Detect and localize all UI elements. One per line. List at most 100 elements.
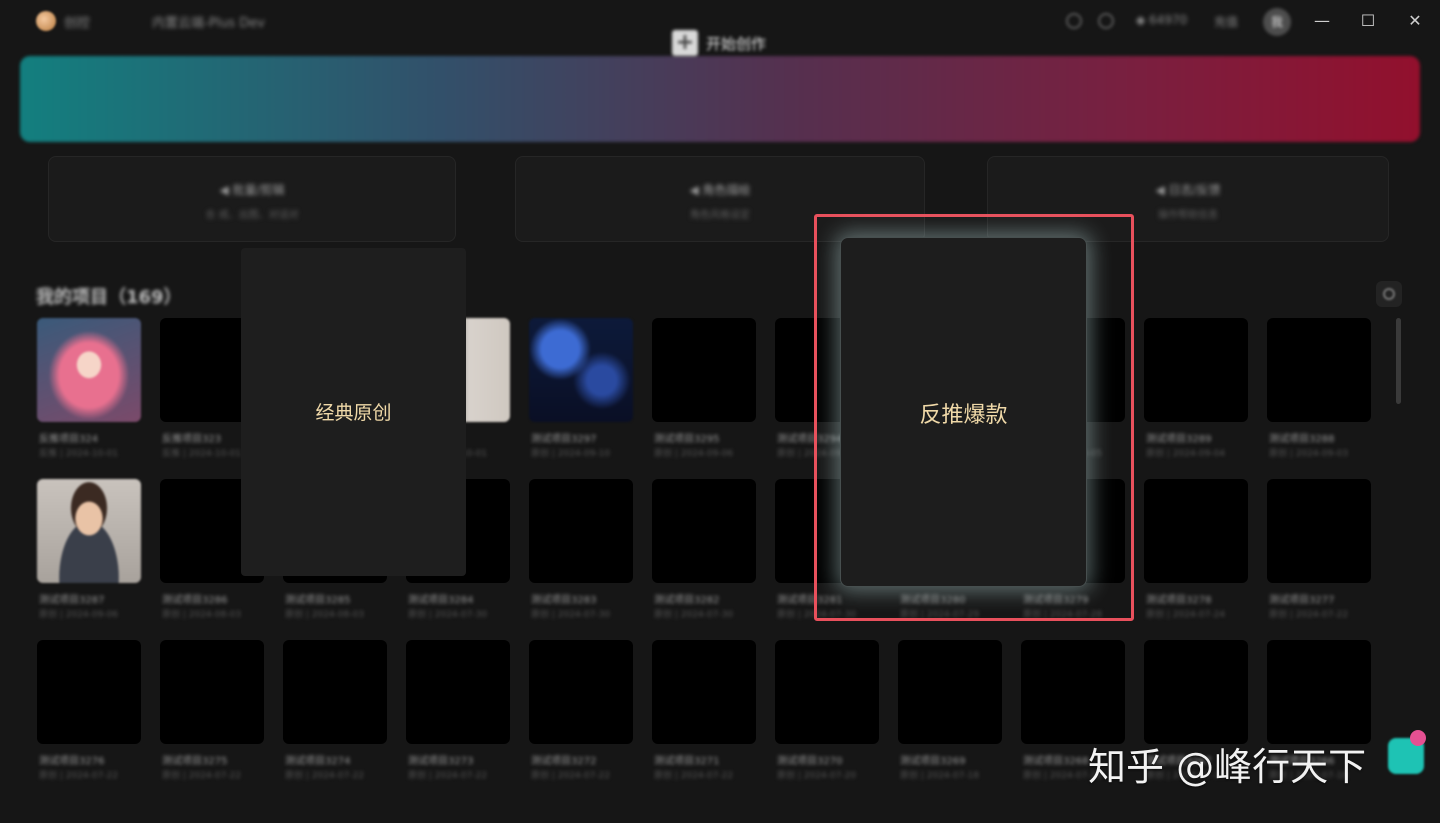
project-name: 测试项目3270 (777, 756, 843, 767)
project-meta: 原创 | 2024-07-22 (654, 771, 734, 781)
project-thumbnail[interactable] (1144, 640, 1248, 744)
project-card[interactable]: 测试项目3282 原创 | 2024-07-30 (652, 479, 756, 620)
project-name: 测试项目3268 (1023, 756, 1089, 767)
quick-card-title: ◀ 角色描绘 (689, 183, 751, 197)
project-thumbnail[interactable] (1267, 318, 1371, 422)
project-name: 测试项目3295 (654, 434, 720, 445)
project-thumbnail[interactable] (1267, 479, 1371, 583)
points-balance[interactable]: ◆ 64970 (1136, 13, 1187, 27)
project-name: 测试项目3274 (285, 756, 351, 767)
project-meta: 反推 | 2024-10-01 (162, 449, 242, 459)
project-thumbnail[interactable] (529, 640, 633, 744)
project-thumbnail[interactable] (775, 640, 879, 744)
project-thumbnail[interactable] (529, 318, 633, 422)
project-card[interactable]: 测试项目3273 原创 | 2024-07-22 (406, 640, 510, 781)
project-card[interactable]: 测试项目3287 原创 | 2024-09-06 (37, 479, 141, 620)
avatar[interactable]: 我 (1263, 8, 1291, 36)
help-icon[interactable] (1066, 13, 1082, 29)
classic-original-label: 经典原创 (315, 402, 392, 424)
project-thumbnail[interactable] (160, 640, 264, 744)
settings-icon[interactable] (1098, 13, 1114, 29)
project-card[interactable]: 测试项目3270 原创 | 2024-07-20 (775, 640, 879, 781)
project-card[interactable]: 测试项目3275 原创 | 2024-07-22 (160, 640, 264, 781)
project-card[interactable]: 测试项目3271 原创 | 2024-07-22 (652, 640, 756, 781)
project-card[interactable]: 测试项目3277 原创 | 2024-07-22 (1267, 479, 1371, 620)
project-meta: 原创 | 2024-07-22 (285, 771, 365, 781)
project-meta: 原创 | 2024-07-22 (162, 771, 242, 781)
project-name: 反推项目324 (39, 434, 99, 445)
project-meta: 原创 | 2024-07-20 (777, 771, 857, 781)
project-thumbnail[interactable] (1144, 479, 1248, 583)
project-thumbnail[interactable] (652, 318, 756, 422)
start-creation-banner[interactable] (20, 56, 1420, 142)
project-card[interactable]: 测试项目3274 原创 | 2024-07-22 (283, 640, 387, 781)
refresh-button[interactable] (1376, 281, 1402, 307)
notification-dot (1410, 730, 1426, 746)
quick-card-subtitle: 合 成、出图、对话对 (205, 210, 299, 221)
start-creation-content[interactable]: + 开始创作 (672, 30, 766, 56)
project-name: 测试项目3284 (408, 595, 474, 606)
project-thumbnail[interactable] (652, 479, 756, 583)
project-name: 测试项目3271 (654, 756, 720, 767)
project-name: 测试项目3277 (1269, 595, 1335, 606)
project-name: 测试项目3276 (39, 756, 105, 767)
maximize-button[interactable]: ☐ (1353, 8, 1383, 34)
app-name: 创控 (64, 16, 91, 31)
minimize-button[interactable]: — (1307, 8, 1337, 34)
close-button[interactable]: ✕ (1400, 8, 1430, 34)
project-thumbnail[interactable] (1144, 318, 1248, 422)
project-thumbnail[interactable] (1267, 640, 1371, 744)
project-name: 测试项目3285 (285, 595, 351, 606)
project-card[interactable]: 测试项目3276 原创 | 2024-07-22 (37, 640, 141, 781)
project-meta: 原创 | 2024-09-06 (654, 449, 734, 459)
project-name: 测试项目3273 (408, 756, 474, 767)
project-meta: 原创 | 2024-07-22 (39, 771, 119, 781)
reverse-hit-label: 反推爆款 (919, 403, 1008, 428)
project-card[interactable]: 测试项目3266 原创 | 2024-07-18 (1267, 640, 1371, 781)
quick-card-batch[interactable]: ◀ 批量/剪辑 合 成、出图、对话对 (48, 156, 456, 242)
project-card[interactable]: 测试项目3272 原创 | 2024-07-22 (529, 640, 633, 781)
project-meta: 反推 | 2024-10-01 (39, 449, 119, 459)
projects-title: 我的项目（169） (36, 287, 182, 308)
project-thumbnail[interactable] (406, 640, 510, 744)
project-name: 测试项目3297 (531, 434, 597, 445)
project-name: 测试项目3287 (39, 595, 105, 606)
project-card[interactable]: 测试项目3295 原创 | 2024-09-06 (652, 318, 756, 459)
version-name: 内置云端-Plus Dev (152, 16, 265, 31)
project-thumbnail[interactable] (37, 318, 141, 422)
app-logo-icon (36, 11, 56, 31)
project-meta: 原创 | 2024-09-03 (1269, 449, 1349, 459)
project-card[interactable]: 测试项目3268 原创 | 2024-07-18 (1021, 640, 1125, 781)
project-card[interactable]: 测试项目3267 原创 | 2024-07-18 (1144, 640, 1248, 781)
project-meta: 原创 | 2024-07-30 (654, 610, 734, 620)
reverse-hit-card[interactable]: 反推爆款 (840, 237, 1087, 587)
project-name: 测试项目3275 (162, 756, 228, 767)
plus-icon: + (672, 30, 698, 56)
project-thumbnail[interactable] (283, 640, 387, 744)
project-thumbnail[interactable] (37, 479, 141, 583)
classic-original-card[interactable]: 经典原创 (241, 248, 466, 576)
project-card[interactable]: 测试项目3297 原创 | 2024-09-10 (529, 318, 633, 459)
project-card[interactable]: 测试项目3289 原创 | 2024-09-04 (1144, 318, 1248, 459)
project-thumbnail[interactable] (1021, 640, 1125, 744)
project-card[interactable]: 反推项目324 反推 | 2024-10-01 (37, 318, 141, 459)
recharge-link[interactable]: 充值 (1214, 13, 1238, 30)
project-thumbnail[interactable] (898, 640, 1002, 744)
project-name: 反推项目323 (162, 434, 222, 445)
project-name: 测试项目3288 (1269, 434, 1335, 445)
scrollbar-thumb[interactable] (1396, 318, 1401, 404)
project-meta: 原创 | 2024-07-30 (408, 610, 488, 620)
project-card[interactable]: 测试项目3269 原创 | 2024-07-18 (898, 640, 1002, 781)
project-card[interactable]: 测试项目3283 原创 | 2024-07-30 (529, 479, 633, 620)
project-name: 测试项目3278 (1146, 595, 1212, 606)
watermark: 知乎 @峰行天下 (1088, 745, 1367, 789)
quick-card-title: ◀ 批量/剪辑 (219, 183, 285, 197)
project-thumbnail[interactable] (529, 479, 633, 583)
project-meta: 原创 | 2024-08-03 (285, 610, 365, 620)
quick-card-title: ◀ 日志/反馈 (1155, 183, 1221, 197)
project-thumbnail[interactable] (652, 640, 756, 744)
project-thumbnail[interactable] (37, 640, 141, 744)
project-meta: 原创 | 2024-07-22 (408, 771, 488, 781)
project-card[interactable]: 测试项目3278 原创 | 2024-07-24 (1144, 479, 1248, 620)
project-card[interactable]: 测试项目3288 原创 | 2024-09-03 (1267, 318, 1371, 459)
